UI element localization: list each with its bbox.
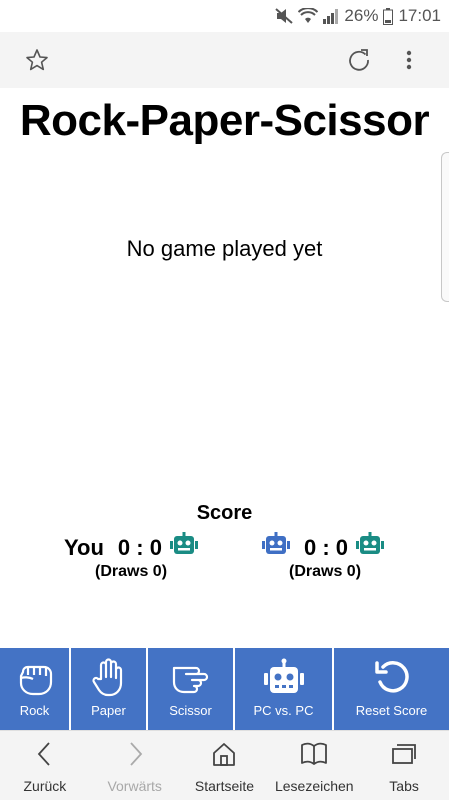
reset-icon [372, 657, 412, 697]
more-vertical-icon[interactable] [396, 47, 422, 73]
score-title: Score [196, 502, 253, 524]
mute-icon [275, 8, 294, 24]
reload-icon[interactable] [346, 47, 372, 73]
wifi-icon [298, 8, 319, 24]
rock-label: Rock [19, 703, 50, 718]
browser-nav-bar: Zurück Vorwärts Startseite Lesezeichen T… [0, 730, 449, 800]
back-icon [34, 741, 56, 772]
nav-bookmarks-button[interactable]: Lesezeichen [269, 731, 359, 800]
game-result-text: No game played yet [126, 236, 323, 261]
home-icon [212, 741, 236, 772]
browser-toolbar [0, 32, 449, 88]
status-bar: 26% 17:01 [0, 0, 449, 32]
robot-icon [356, 532, 385, 564]
nav-bookmarks-label: Lesezeichen [274, 778, 354, 794]
nav-back-button[interactable]: Zurück [0, 731, 90, 800]
clock: 17:01 [398, 6, 441, 25]
rock-button[interactable]: Rock [0, 648, 69, 730]
paper-label: Paper [91, 703, 126, 718]
nav-home-button[interactable]: Startseite [180, 731, 270, 800]
scissor-hand-icon [170, 657, 212, 697]
nav-tabs-button[interactable]: Tabs [359, 731, 449, 800]
player-score: You 0 : 0 [64, 532, 198, 564]
scissor-label: Scissor [169, 703, 212, 718]
nav-home-label: Startseite [194, 778, 255, 794]
robot-icon [169, 532, 198, 564]
robot-icon [263, 657, 304, 697]
battery-icon [383, 7, 394, 25]
pc-vs-pc-button[interactable]: PC vs. PC [235, 648, 332, 730]
star-icon[interactable] [24, 47, 50, 73]
page-title: Rock-Paper-Scissor [19, 96, 430, 145]
signal-icon [323, 8, 339, 24]
hand-icon [91, 657, 127, 697]
player-label: You [64, 535, 104, 560]
nav-forward-label: Vorwärts [107, 778, 162, 794]
pc-draws: (Draws 0) [289, 563, 362, 580]
forward-icon [124, 741, 146, 772]
action-bar: Rock Paper Scissor PC vs. PC Reset Score [0, 648, 449, 730]
pc-vs-pc-label: PC vs. PC [253, 703, 314, 718]
paper-button[interactable]: Paper [71, 648, 146, 730]
bookmark-book-icon [300, 741, 328, 772]
tabs-icon [390, 741, 418, 772]
battery-level: 26% [344, 6, 379, 25]
pc-score-value: 0 : 0 [304, 535, 349, 560]
nav-tabs-label: Tabs [389, 778, 419, 794]
fist-icon [15, 657, 55, 697]
reset-score-button[interactable]: Reset Score [334, 648, 449, 730]
pc-score: 0 : 0 [262, 532, 385, 564]
edge-panel-handle[interactable] [441, 152, 449, 302]
scissor-button[interactable]: Scissor [148, 648, 233, 730]
player-score-value: 0 : 0 [117, 535, 162, 560]
nav-forward-button[interactable]: Vorwärts [90, 731, 180, 800]
nav-back-label: Zurück [23, 778, 67, 794]
robot-icon [262, 532, 290, 564]
reset-score-label: Reset Score [355, 703, 428, 718]
player-draws: (Draws 0) [95, 563, 168, 580]
